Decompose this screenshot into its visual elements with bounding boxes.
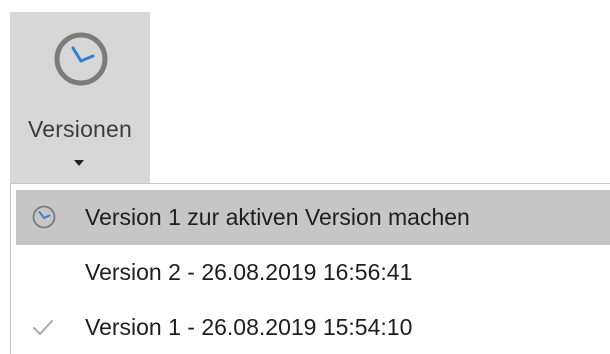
check-icon: [33, 320, 53, 335]
menu-item-label: Version 1 zur aktiven Version machen: [85, 204, 470, 230]
versions-button[interactable]: Versionen: [10, 12, 150, 184]
menu-item-label: Version 2 - 26.08.2019 16:56:41: [85, 259, 413, 285]
versions-dropdown-menu: Version 1 zur aktiven Version machen Ver…: [10, 183, 610, 354]
clock-icon: [54, 32, 108, 86]
dropdown-arrow-icon[interactable]: [74, 160, 84, 166]
menu-item-version-2[interactable]: Version 2 - 26.08.2019 16:56:41: [16, 245, 610, 300]
menu-item-make-active-version[interactable]: Version 1 zur aktiven Version machen: [16, 190, 610, 245]
versions-button-label: Versionen: [27, 116, 133, 142]
menu-item-version-1[interactable]: Version 1 - 26.08.2019 15:54:10: [16, 300, 610, 354]
clock-icon: [32, 205, 56, 229]
versions-ui: Versionen Version 1 zur aktiven Version …: [0, 0, 610, 354]
menu-item-label: Version 1 - 26.08.2019 15:54:10: [85, 314, 413, 340]
